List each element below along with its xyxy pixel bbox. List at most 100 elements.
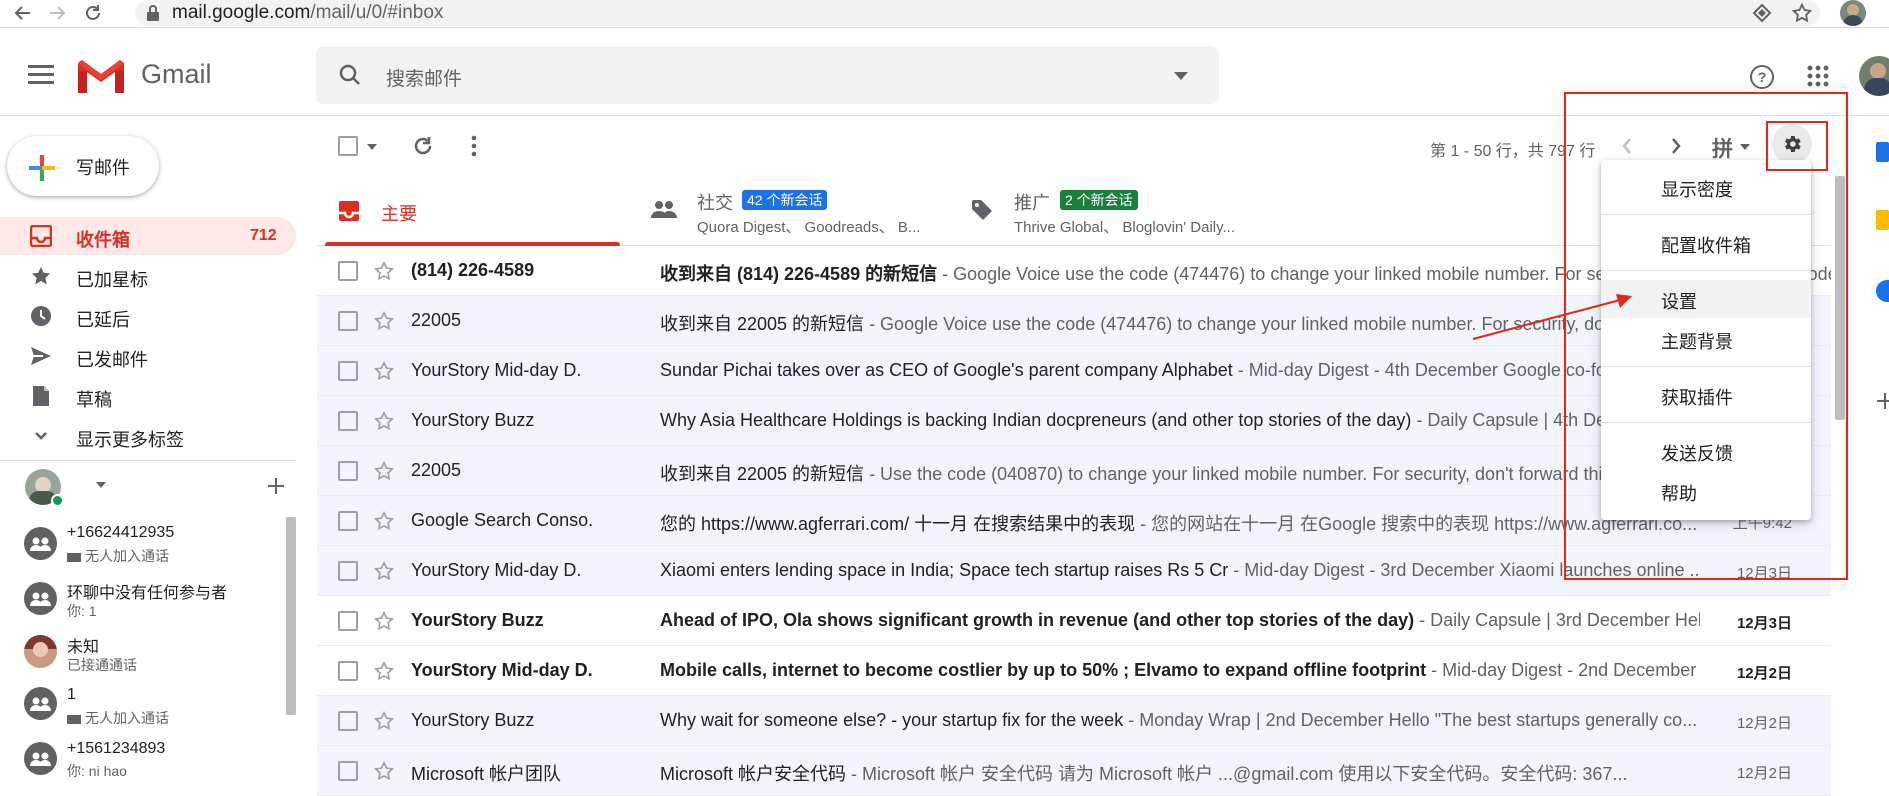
sidebar-item-label: 显示更多标签: [76, 430, 184, 450]
chat-name[interactable]: 1: [67, 686, 76, 704]
url-text[interactable]: mail.google.com/mail/u/0/#inbox: [172, 2, 443, 24]
chat-name[interactable]: 未知: [67, 633, 99, 657]
chat-group-avatar[interactable]: [24, 742, 57, 775]
chat-status-text: 你: 1: [67, 603, 97, 619]
back-icon[interactable]: [12, 2, 34, 24]
star-toggle-icon[interactable]: [373, 310, 395, 332]
star-toggle-icon[interactable]: [373, 610, 395, 632]
select-all-checkbox[interactable]: [338, 136, 358, 156]
help-icon[interactable]: ?: [1749, 64, 1775, 90]
sender-name: YourStory Buzz: [411, 610, 544, 630]
chat-scrollbar[interactable]: [286, 517, 296, 715]
row-checkbox[interactable]: [338, 261, 358, 281]
sidebar-item-drafts[interactable]: [0, 377, 296, 415]
table-row[interactable]: Microsoft 帐户团队 Microsoft 帐户安全代码 - Microso…: [317, 746, 1831, 796]
star-toggle-icon[interactable]: [373, 710, 395, 732]
tab-primary[interactable]: [325, 180, 620, 246]
new-chat-plus-icon[interactable]: [267, 477, 285, 495]
email-subject-line: Mobile calls, internet to become costlie…: [660, 660, 1700, 681]
row-checkbox[interactable]: [338, 761, 358, 781]
tab-label: 主要: [381, 204, 417, 224]
status-dropdown-icon[interactable]: [96, 482, 106, 488]
email-subject: Microsoft 帐户安全代码: [660, 764, 847, 784]
chat-group-avatar[interactable]: [24, 687, 57, 720]
sender-name: YourStory Buzz: [411, 410, 535, 430]
row-checkbox[interactable]: [338, 611, 358, 631]
compose-plus-icon: [27, 153, 57, 183]
row-checkbox[interactable]: [338, 461, 358, 481]
table-row[interactable]: YourStory Buzz Ahead of IPO, Ola shows si…: [317, 596, 1831, 646]
account-avatar[interactable]: [1859, 56, 1889, 96]
search-input[interactable]: 搜索邮件: [386, 64, 462, 91]
sender-name: YourStory Mid-day D.: [411, 560, 582, 580]
email-snippet: - Daily Capsule | 3rd December Hello A..…: [1419, 610, 1700, 630]
row-checkbox[interactable]: [338, 561, 358, 581]
row-checkbox[interactable]: [338, 311, 358, 331]
star-toggle-icon[interactable]: [373, 510, 395, 532]
sender-name: (814) 226-4589: [411, 260, 535, 280]
chat-group-avatar[interactable]: [24, 527, 57, 560]
add-addon-icon[interactable]: [1876, 392, 1889, 410]
row-checkbox[interactable]: [338, 661, 358, 681]
table-row[interactable]: YourStory Mid-day D. Mobile calls, intern…: [317, 646, 1831, 696]
annotation-box-settings: [1766, 121, 1828, 171]
bookmark-star-icon[interactable]: [1791, 2, 1813, 24]
sidebar-item-label: 收件箱: [76, 230, 130, 250]
people-icon: [651, 200, 677, 220]
keep-icon[interactable]: [1876, 210, 1889, 230]
sidebar-item-starred[interactable]: [0, 257, 296, 295]
browser-profile-avatar[interactable]: [1840, 0, 1866, 26]
online-status-dot: [51, 494, 64, 507]
chat-status-text: 你: ni hao: [67, 763, 127, 779]
sidebar-item-sent[interactable]: [0, 337, 296, 375]
extension-icon[interactable]: [1752, 3, 1772, 23]
email-date: 12月2日: [1736, 665, 1792, 682]
sender-name: YourStory Mid-day D.: [411, 360, 582, 380]
email-subject-line: Microsoft 帐户安全代码 - Microsoft 帐户 安全代码 请为 …: [660, 760, 1700, 786]
apps-grid-icon[interactable]: [1807, 65, 1829, 87]
chat-name[interactable]: +16624412935: [67, 524, 174, 542]
sender-name: YourStory Mid-day D.: [411, 660, 593, 680]
calendar-icon[interactable]: [1876, 142, 1889, 162]
email-subject-line: Why wait for someone else? - your startu…: [660, 710, 1700, 731]
chat-name[interactable]: 环聊中没有任何参与者: [67, 579, 227, 603]
chat-contact-avatar[interactable]: [24, 635, 57, 668]
row-checkbox[interactable]: [338, 711, 358, 731]
row-checkbox[interactable]: [338, 361, 358, 381]
email-subject: Why Asia Healthcare Holdings is backing …: [660, 410, 1412, 430]
row-checkbox[interactable]: [338, 511, 358, 531]
star-toggle-icon[interactable]: [373, 260, 395, 282]
annotation-arrow: [1472, 294, 1632, 340]
compose-label: 写邮件: [76, 158, 130, 178]
new-conversations-badge: 42 个新会话: [742, 190, 828, 210]
email-subject-line: Xiaomi enters lending space in India; Sp…: [660, 560, 1700, 581]
gmail-wordmark[interactable]: Gmail: [141, 59, 212, 90]
search-icon[interactable]: [338, 63, 362, 87]
star-toggle-icon[interactable]: [373, 660, 395, 682]
star-toggle-icon[interactable]: [373, 410, 395, 432]
star-toggle-icon[interactable]: [373, 560, 395, 582]
email-subject: Ahead of IPO, Ola shows significant grow…: [660, 610, 1415, 630]
new-conversations-badge: 2 个新会话: [1060, 190, 1138, 210]
star-toggle-icon[interactable]: [373, 360, 395, 382]
forward-icon[interactable]: [46, 2, 68, 24]
more-options-icon[interactable]: [471, 135, 477, 157]
reload-icon[interactable]: [82, 2, 104, 24]
chat-name[interactable]: +1561234893: [67, 740, 165, 758]
email-subject-line: 您的 https://www.agferrari.com/ 十一月 在搜索结果中…: [660, 510, 1700, 536]
table-row[interactable]: YourStory Buzz Why wait for someone else?…: [317, 696, 1831, 746]
chat-status: 无人加入通话: [67, 708, 169, 728]
sidebar-item-snoozed[interactable]: [0, 297, 296, 335]
chat-group-avatar[interactable]: [24, 582, 57, 615]
sender-name: 22005: [411, 310, 462, 330]
search-options-icon[interactable]: [1174, 72, 1188, 80]
tasks-icon[interactable]: [1876, 280, 1889, 302]
main-menu-icon[interactable]: [28, 64, 54, 84]
star-toggle-icon[interactable]: [373, 460, 395, 482]
select-dropdown-icon[interactable]: [367, 144, 377, 150]
gmail-logo-icon[interactable]: [76, 57, 126, 95]
tab-senders-preview: Thrive Global、 Bloglovin' Daily...: [1014, 219, 1236, 236]
row-checkbox[interactable]: [338, 411, 358, 431]
inbox-icon: [28, 223, 54, 249]
refresh-icon[interactable]: [412, 135, 434, 157]
